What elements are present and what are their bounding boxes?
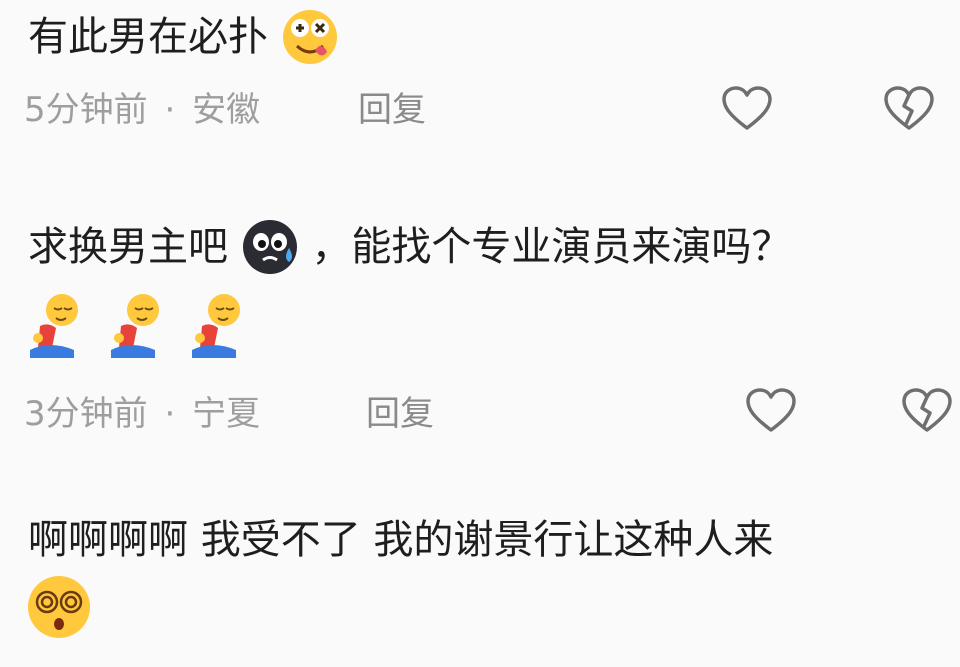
broken-heart-icon[interactable] [900, 386, 954, 436]
heart-icon[interactable] [744, 386, 798, 436]
comment-body-continued: ，能找个专业演员来演吗？ [311, 224, 792, 270]
comment-item: 啊啊啊啊 我受不了 我的谢景行让这种人来 [0, 500, 960, 667]
separator: · [164, 394, 176, 434]
comment-text: 求换男主吧 ，能找个专业演员来演吗？ [28, 218, 791, 276]
drooling-face-emoji [282, 10, 337, 64]
sweating-dark-face-emoji [242, 220, 297, 274]
reply-button[interactable]: 回复 [358, 90, 426, 130]
comment-text: 有此男在必扑 [28, 8, 339, 66]
broken-heart-icon[interactable] [882, 84, 936, 134]
comment-meta: 3分钟前 · 宁夏 [24, 394, 260, 434]
kneeling-person-emoji [30, 294, 78, 358]
heart-icon[interactable] [720, 84, 774, 134]
comment-body: 求换男主吧 [28, 224, 228, 270]
reply-button[interactable]: 回复 [366, 394, 434, 434]
comment-body: 啊啊啊啊 我受不了 我的谢景行让这种人来 [28, 517, 774, 563]
emoji-row [26, 574, 106, 644]
timestamp: 5分钟前 [24, 90, 148, 130]
comment-item: 有此男在必扑 5分钟前 · 安徽 回复 [0, 0, 960, 160]
location: 安徽 [192, 90, 261, 130]
location: 宁夏 [192, 394, 261, 434]
comment-item: 求换男主吧 ，能找个专业演员来演吗？ 3分钟前 · 宁夏 回复 [0, 200, 960, 460]
dizzy-face-emoji [28, 576, 90, 638]
comment-meta: 5分钟前 · 安徽 [24, 90, 260, 130]
separator: · [164, 90, 176, 130]
comment-body: 有此男在必扑 [28, 14, 268, 60]
comment-text: 啊啊啊啊 我受不了 我的谢景行让这种人来 [28, 514, 773, 564]
timestamp: 3分钟前 [24, 394, 148, 434]
emoji-row [26, 292, 264, 364]
kneeling-person-emoji [111, 294, 160, 358]
kneeling-person-emoji [192, 294, 241, 358]
